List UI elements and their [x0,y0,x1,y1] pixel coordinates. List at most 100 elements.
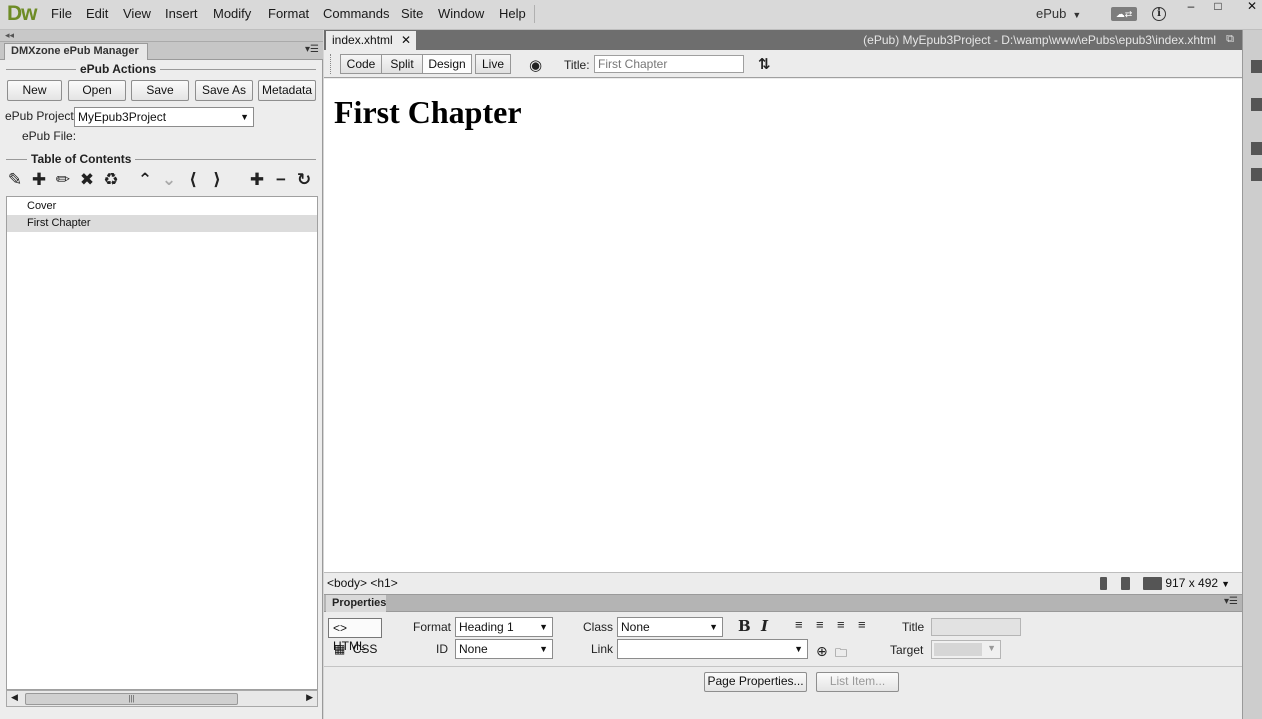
workspace-switcher[interactable]: ePub ▼ [1036,6,1081,21]
pencil-icon[interactable]: ✏ [53,170,73,190]
target-select[interactable]: ▼ [931,640,1001,659]
format-value: Heading 1 [459,620,514,634]
target-label: Target [890,643,924,657]
design-canvas[interactable]: First Chapter [324,79,1242,573]
title-field-label: Title [902,620,925,634]
panel-tab-epub-manager[interactable]: DMXzone ePub Manager [4,43,148,60]
document-window: index.xhtml ✕ (ePub) MyEpub3Project - D:… [324,30,1242,594]
delete-icon[interactable]: ✖ [77,170,97,190]
insert-panel-icon[interactable] [1251,60,1262,73]
panel-options-icon[interactable]: ▾☰ [305,44,319,55]
css-mode-button[interactable]: ▦ CSS [334,640,384,660]
html-mode-button[interactable]: <> HTML [328,618,382,653]
move-down-icon[interactable]: ⌄ [159,170,179,190]
properties-tab[interactable]: Properties [326,595,386,612]
desktop-size-icon[interactable] [1143,577,1162,590]
info-icon[interactable]: i [1152,7,1166,21]
window-size[interactable]: 917 x 492 ▼ [1165,576,1230,590]
unordered-list-icon[interactable]: ≡ [795,617,803,632]
chevron-down-icon: ▼ [709,622,718,632]
outdent-icon[interactable]: ⟨ [183,170,203,190]
title-label: Title: [564,58,590,72]
format-select[interactable]: Heading 1 ▼ [455,617,553,637]
chevron-down-icon: ▼ [1072,10,1082,20]
epub-project-select[interactable]: MyEpub3Project ▼ [74,107,254,127]
italic-button[interactable]: I [761,617,768,635]
indent-icon[interactable]: ≡ [858,617,866,632]
menu-modify[interactable]: Modify [213,6,251,21]
save-as-button[interactable]: Save As [195,80,253,101]
browse-folder-icon[interactable]: 🗀 [835,644,847,665]
menu-help[interactable]: Help [499,6,526,21]
actions-divider [6,69,316,70]
new-button[interactable]: New [7,80,62,101]
link-input[interactable]: ▼ [617,639,808,659]
menu-commands[interactable]: Commands [323,6,389,21]
expand-all-icon[interactable]: ✚ [247,170,267,190]
view-code-button[interactable]: Code [340,54,382,74]
menu-site[interactable]: Site [401,6,423,21]
toc-horizontal-scrollbar[interactable]: ◀ ||| ▶ [6,690,318,707]
id-value: None [459,642,488,656]
toc-item-first-chapter[interactable]: First Chapter [7,215,317,232]
scroll-right-icon[interactable]: ▶ [306,692,313,703]
restore-window-icon[interactable]: ⧉ [1226,33,1234,46]
menu-view[interactable]: View [123,6,151,21]
indent-icon[interactable]: ⟩ [207,170,227,190]
tablet-size-icon[interactable] [1121,577,1130,590]
minimize-button[interactable]: – [1179,0,1203,14]
files-panel-icon[interactable] [1251,142,1262,155]
file-transfer-icon[interactable]: ⇅ [758,55,771,73]
view-live-button[interactable]: Live [475,54,511,74]
panel-options-icon[interactable]: ▾☰ [1224,596,1238,607]
globe-icon[interactable]: ◉ [529,56,542,74]
menu-format[interactable]: Format [268,6,309,21]
page-heading[interactable]: First Chapter [334,94,522,131]
ordered-list-icon[interactable]: ≡ [816,617,824,632]
tag-selector[interactable]: <body> <h1> [327,576,398,590]
edit-item-icon[interactable]: ✎ [5,170,25,190]
css-panel-icon[interactable] [1251,98,1262,111]
id-select[interactable]: None ▼ [455,639,553,659]
properties-panel: Properties ▾☰ <> HTML ▦ CSS Format Headi… [324,594,1242,719]
outdent-icon[interactable]: ≡ [837,617,845,632]
mobile-size-icon[interactable] [1100,577,1107,590]
collapse-all-icon[interactable]: − [271,170,291,190]
scroll-left-icon[interactable]: ◀ [11,692,18,703]
refresh-icon[interactable]: ↻ [294,170,314,190]
bold-button[interactable]: B [738,617,751,635]
close-icon[interactable]: ✕ [401,31,411,49]
menu-file[interactable]: File [51,6,72,21]
metadata-button[interactable]: Metadata [258,80,316,101]
title-input[interactable]: First Chapter [594,55,744,73]
window-size-value: 917 x 492 [1165,576,1219,590]
title-field[interactable] [931,618,1021,636]
scrollbar-thumb[interactable]: ||| [25,693,238,705]
assets-panel-icon[interactable] [1251,168,1262,181]
point-to-file-icon[interactable]: ⊕ [816,643,828,660]
save-button[interactable]: Save [131,80,189,101]
move-up-icon[interactable]: ⌃ [135,170,155,190]
view-design-button[interactable]: Design [422,54,472,74]
collapse-panel-icon[interactable]: ◂◂ [0,30,323,42]
list-item-button[interactable]: List Item... [816,672,899,692]
maximize-button[interactable]: □ [1206,0,1230,14]
menu-insert[interactable]: Insert [165,6,198,21]
chevron-down-icon: ▼ [539,644,548,654]
class-select[interactable]: None ▼ [617,617,723,637]
chevron-down-icon: ▼ [987,643,996,653]
sync-settings-icon[interactable]: ☁⇄ [1111,7,1137,21]
page-properties-button[interactable]: Page Properties... [704,672,807,692]
menu-separator [534,5,535,23]
view-split-button[interactable]: Split [381,54,423,74]
close-window-button[interactable]: ✕ [1240,0,1262,14]
toc-item-cover[interactable]: Cover [7,198,317,215]
add-item-icon[interactable]: ✚ [29,170,49,190]
document-tab[interactable]: index.xhtml ✕ [326,31,416,50]
menu-window[interactable]: Window [438,6,484,21]
open-button[interactable]: Open [68,80,126,101]
menu-edit[interactable]: Edit [86,6,108,21]
chevron-down-icon: ▼ [539,622,548,632]
toolbar-grip [330,54,332,74]
trash-icon[interactable]: ♻ [101,170,121,190]
